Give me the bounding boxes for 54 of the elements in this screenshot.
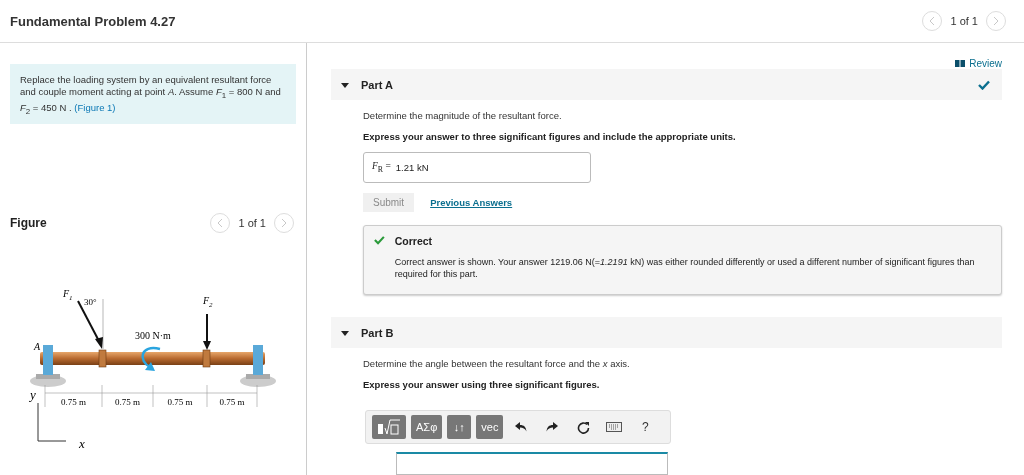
book-icon	[955, 60, 966, 67]
problem-statement: Replace the loading system by an equivalent resultant force and couple moment acting at point A. Assume F$_{1}$ = 800 N and F$_{2}$ = 450 N . (Figure 1)	[20, 74, 282, 118]
symbol-button[interactable]: ΑΣφ	[411, 415, 443, 439]
dimension-label: 0.75 m	[115, 397, 140, 407]
moment-arrow	[141, 346, 161, 371]
feedback-title: Correct	[394, 235, 434, 247]
question-text: Determine the magnitude of the resultant force.	[363, 110, 563, 121]
ground-support	[30, 374, 66, 387]
chevron-left-icon	[929, 16, 936, 26]
page-title: Fundamental Problem 4.27	[10, 13, 176, 29]
caret-icon[interactable]	[341, 80, 349, 89]
chevron-left-icon	[217, 218, 224, 228]
previous-answers-link[interactable]: Previous Answers	[430, 197, 513, 208]
correct-check-icon	[374, 235, 385, 245]
force-label: F$_{1}$	[63, 288, 73, 302]
force-arrow	[77, 300, 103, 349]
instruction-text: Express your answer to three significant figures and include the appropriate units.	[363, 131, 737, 142]
beam-collar	[98, 349, 107, 368]
caret-icon[interactable]	[341, 328, 349, 337]
part-header[interactable]: Part A	[331, 69, 1002, 100]
answer-field[interactable]: F$_{R}$ = 1.21 kN	[363, 152, 591, 183]
dimension-label: 0.75 m	[167, 397, 193, 407]
dimension-label: 0.75 m	[61, 397, 86, 407]
angle-label: 30°	[84, 297, 97, 307]
ground-support	[240, 374, 276, 387]
complete-check-icon	[978, 79, 990, 90]
help-button[interactable]: ?	[632, 415, 659, 439]
axis-label: y	[30, 387, 36, 402]
point-label: A	[34, 341, 41, 352]
figure-heading: Figure	[10, 216, 47, 230]
pin-support	[253, 345, 263, 375]
feedback-message: Correct answer is shown. Your answer 1219.06 N(=1.2191 kN) was either rounded differently or used a different number of significant figures than required for this part.	[394, 256, 976, 280]
templates-button[interactable]	[372, 415, 406, 439]
chevron-right-icon	[281, 218, 287, 228]
review-link[interactable]: Review	[955, 58, 1002, 69]
part-header[interactable]: Part B	[331, 317, 1002, 348]
force-label: F$_{2}$	[203, 295, 213, 309]
force-arrow	[203, 313, 211, 350]
dimension-label: 0.75 m	[219, 397, 245, 407]
page-counter: 1 of 1	[238, 217, 266, 229]
question-text: Determine the angle between the resultant force and the x axis.	[363, 358, 631, 369]
instruction-text: Express your answer using three significant figures.	[363, 379, 601, 390]
moment-label: 300 N·m	[135, 330, 171, 341]
figure-link[interactable]: (Figure 1)	[74, 101, 116, 113]
answer-value: 1.21 kN	[395, 162, 429, 173]
beam-collar	[202, 349, 211, 368]
axis-label: x	[79, 436, 85, 451]
page-counter: 1 of 1	[950, 15, 978, 27]
symbol-button[interactable]: vec	[476, 415, 504, 439]
symbol-button[interactable]: ↓↑	[447, 415, 472, 439]
answer-field[interactable]	[396, 452, 668, 475]
pin-support	[43, 345, 53, 375]
chevron-right-icon	[993, 16, 999, 26]
answer-label: F$_{R}$ =	[372, 161, 391, 174]
